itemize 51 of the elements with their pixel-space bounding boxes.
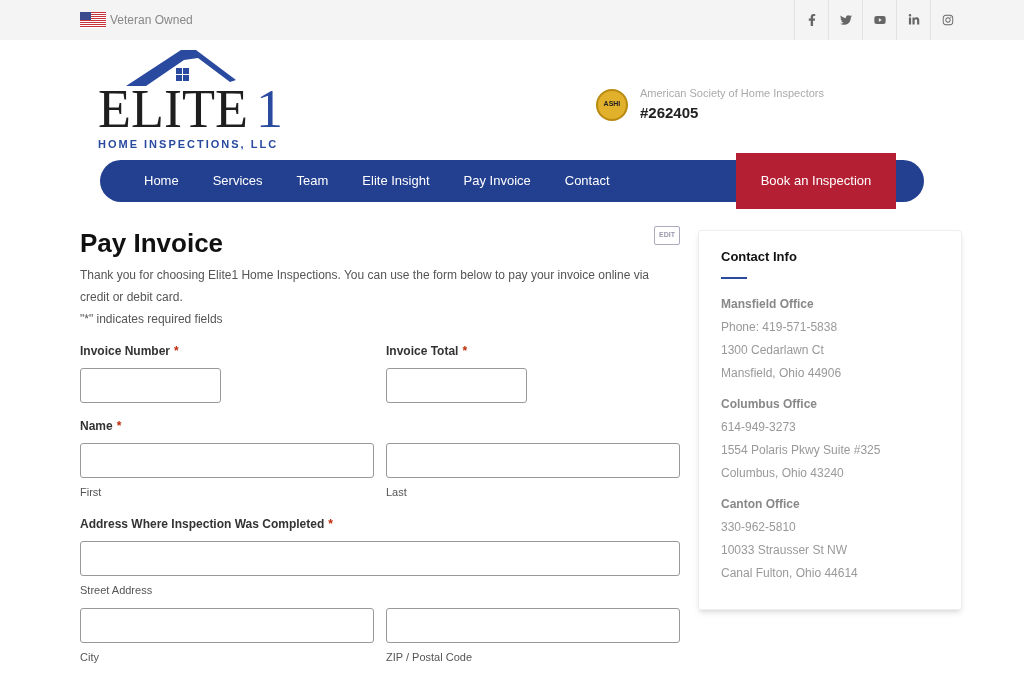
input-field[interactable] <box>386 368 527 403</box>
input-field[interactable] <box>386 443 680 478</box>
flag-icon <box>80 12 106 28</box>
input-field[interactable] <box>80 443 374 478</box>
page-title: Pay Invoice <box>80 227 224 260</box>
field-label: Name <box>80 418 113 435</box>
required-mark: * <box>328 515 333 533</box>
nav-link[interactable]: Elite Insight <box>354 171 438 191</box>
required-mark: * <box>462 343 468 360</box>
office-detail: Mansfield, Ohio 44906 <box>721 364 843 382</box>
nav-link[interactable]: Services <box>204 171 271 191</box>
office-detail: Canal Fulton, Ohio 44614 <box>721 564 859 582</box>
input-field[interactable] <box>386 608 680 643</box>
office-detail: 330-962-5810 <box>721 518 797 536</box>
veteran-owned-label: Veteran Owned <box>110 12 193 29</box>
sub-label: ZIP / Postal Code <box>386 650 472 665</box>
nav-link[interactable]: Pay Invoice <box>455 171 539 191</box>
nav-link[interactable]: Home <box>136 171 187 191</box>
office-detail: 1300 Cedarlawn Ct <box>721 341 825 359</box>
intro-text: Thank you for choosing Elite1 Home Inspections. You can use the form below to pay your invoice online via credit or debit card. <box>80 267 650 306</box>
member-number: #262405 <box>639 102 700 123</box>
contact-title: Contact Info <box>721 248 798 266</box>
association-name: American Society of Home Inspectors <box>639 86 824 101</box>
sub-label: Last <box>386 485 407 500</box>
nav-link[interactable]: Contact <box>556 171 618 191</box>
input-field[interactable] <box>80 540 680 576</box>
book-inspection-button[interactable]: Book an Inspection <box>736 152 896 209</box>
office-detail: 1554 Polaris Pkwy Suite #325 <box>721 441 882 459</box>
office-name: Mansfield Office <box>721 295 815 313</box>
field-label: Address Where Inspection Was Completed <box>80 515 325 533</box>
office-detail: 614-949-3273 <box>721 418 797 436</box>
required-mark: * <box>116 418 122 435</box>
required-mark: * <box>174 343 179 360</box>
input-field[interactable] <box>80 608 374 643</box>
sub-label: First <box>80 485 102 500</box>
logo-tagline: HOME INSPECTIONS, LLC <box>98 136 279 152</box>
field-label: Invoice Number <box>80 343 171 360</box>
field-label: Invoice Total <box>386 343 459 360</box>
office-name: Canton Office <box>721 495 801 513</box>
logo-wordmark: ELITE <box>98 85 248 132</box>
required-note: "*" indicates required fields <box>80 311 223 328</box>
nav-link[interactable]: Team <box>288 171 337 191</box>
office-detail: 10033 Strausser St NW <box>721 541 849 559</box>
office-detail: Phone: 419-571-5838 <box>721 318 839 336</box>
input-field[interactable] <box>80 368 221 403</box>
sub-label: Street Address <box>80 582 153 598</box>
logo-numeral: 1 <box>255 85 283 132</box>
office-name: Columbus Office <box>721 395 818 413</box>
sub-label: City <box>80 650 99 665</box>
house-roof-icon <box>126 49 236 86</box>
office-detail: Columbus, Ohio 43240 <box>721 464 845 482</box>
